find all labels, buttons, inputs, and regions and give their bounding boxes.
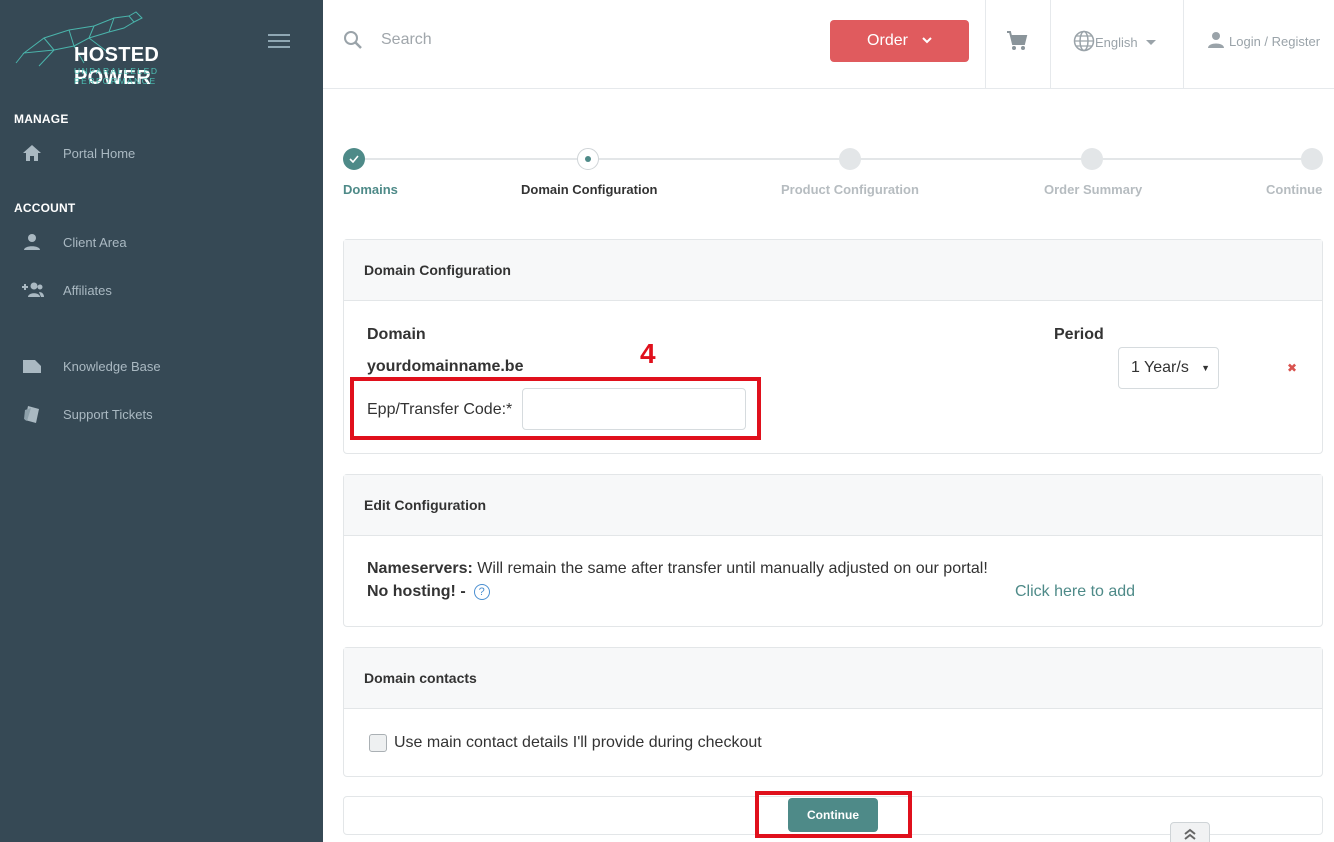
caret-down-icon: ▼ bbox=[1201, 363, 1210, 373]
period-select[interactable]: 1 Year/s ▼ bbox=[1118, 347, 1219, 389]
panel-title: Domain Configuration bbox=[344, 240, 1322, 301]
double-chevron-up-icon bbox=[1184, 828, 1196, 840]
step-dot-order-summary bbox=[1081, 148, 1103, 170]
nameservers-text: Nameservers: Will remain the same after … bbox=[367, 560, 988, 578]
sidebar-item-label: Affiliates bbox=[63, 282, 112, 298]
sidebar-item-label: Portal Home bbox=[63, 145, 136, 161]
add-person-icon bbox=[20, 278, 44, 302]
sidebar-item-affiliates[interactable]: Affiliates bbox=[20, 275, 300, 305]
chevron-down-icon bbox=[922, 35, 932, 47]
help-icon[interactable]: ? bbox=[473, 583, 490, 600]
language-selector[interactable]: English bbox=[1073, 30, 1156, 55]
sidebar-item-support-tickets[interactable]: Support Tickets bbox=[20, 399, 300, 429]
step-dot-product-configuration bbox=[839, 148, 861, 170]
add-hosting-link[interactable]: Click here to add bbox=[1015, 583, 1135, 601]
caret-down-icon bbox=[1145, 40, 1156, 45]
period-value: 1 Year/s bbox=[1131, 359, 1189, 376]
annotation-number: 4 bbox=[640, 338, 656, 369]
search-icon bbox=[343, 30, 363, 55]
step-label-product-configuration: Product Configuration bbox=[781, 182, 919, 197]
search-input[interactable] bbox=[381, 24, 781, 56]
scroll-to-top-button[interactable] bbox=[1170, 822, 1210, 842]
domain-contacts-panel: Domain contacts Use main contact details… bbox=[343, 647, 1323, 777]
divider bbox=[1183, 0, 1184, 88]
period-column-header: Period bbox=[1054, 326, 1104, 343]
home-icon bbox=[20, 141, 44, 165]
step-dot-domain-configuration bbox=[577, 148, 599, 170]
ticket-icon bbox=[20, 402, 44, 426]
annotation-highlight-continue bbox=[755, 791, 912, 838]
brand-logo[interactable]: HOSTED POWER UNPARALLELED PERFORMANCE bbox=[14, 8, 234, 89]
step-dot-continue bbox=[1301, 148, 1323, 170]
domain-name: yourdomainname.be bbox=[367, 358, 524, 375]
login-label: Login / Register bbox=[1229, 34, 1321, 49]
person-icon bbox=[20, 230, 44, 254]
sidebar-item-label: Support Tickets bbox=[63, 406, 153, 422]
step-label-continue: Continue bbox=[1266, 182, 1323, 197]
use-main-contact-checkbox[interactable] bbox=[369, 734, 387, 752]
globe-icon bbox=[1073, 30, 1095, 55]
login-register-link[interactable]: Login / Register bbox=[1207, 31, 1320, 52]
sidebar-item-knowledge-base[interactable]: Knowledge Base bbox=[20, 351, 300, 381]
folder-icon bbox=[20, 354, 44, 378]
check-icon bbox=[349, 155, 359, 163]
step-dot-domains bbox=[343, 148, 365, 170]
brand-tagline: UNPARALLELED PERFORMANCE bbox=[74, 66, 159, 86]
section-title-account: ACCOUNT bbox=[14, 201, 76, 215]
divider bbox=[985, 0, 986, 88]
step-label-domain-configuration: Domain Configuration bbox=[521, 182, 658, 197]
panel-title: Domain contacts bbox=[344, 648, 1322, 709]
no-hosting-row: No hosting! -? bbox=[367, 583, 490, 601]
sidebar-item-label: Knowledge Base bbox=[63, 358, 161, 374]
panel-title: Edit Configuration bbox=[344, 475, 1322, 536]
divider bbox=[1050, 0, 1051, 88]
annotation-highlight-epp bbox=[350, 377, 761, 440]
menu-toggle-icon[interactable] bbox=[268, 34, 290, 50]
top-bar: Order English Login / Register bbox=[323, 0, 1334, 89]
section-title-manage: MANAGE bbox=[14, 112, 69, 126]
sidebar-item-label: Client Area bbox=[63, 234, 127, 250]
domain-column-header: Domain bbox=[367, 326, 426, 343]
sidebar-item-portal-home[interactable]: Portal Home bbox=[20, 138, 300, 168]
step-label-order-summary: Order Summary bbox=[1044, 182, 1143, 197]
nameservers-description: Will remain the same after transfer unti… bbox=[472, 560, 988, 577]
edit-configuration-panel: Edit Configuration Nameservers: Will rem… bbox=[343, 474, 1323, 627]
remove-domain-icon[interactable]: ✖ bbox=[1287, 361, 1297, 375]
sidebar-item-client-area[interactable]: Client Area bbox=[20, 227, 300, 257]
no-hosting-label: No hosting! - bbox=[367, 583, 466, 600]
step-label-domains[interactable]: Domains bbox=[343, 182, 398, 197]
order-button[interactable]: Order bbox=[830, 20, 969, 62]
cart-icon[interactable] bbox=[1006, 30, 1028, 57]
sidebar: HOSTED POWER UNPARALLELED PERFORMANCE MA… bbox=[0, 0, 323, 842]
use-main-contact-label: Use main contact details I'll provide du… bbox=[394, 734, 762, 751]
user-icon bbox=[1207, 31, 1225, 52]
progress-line bbox=[355, 158, 1311, 160]
nameservers-label: Nameservers: bbox=[367, 560, 473, 577]
language-label: English bbox=[1095, 35, 1138, 50]
order-button-label: Order bbox=[867, 32, 908, 49]
